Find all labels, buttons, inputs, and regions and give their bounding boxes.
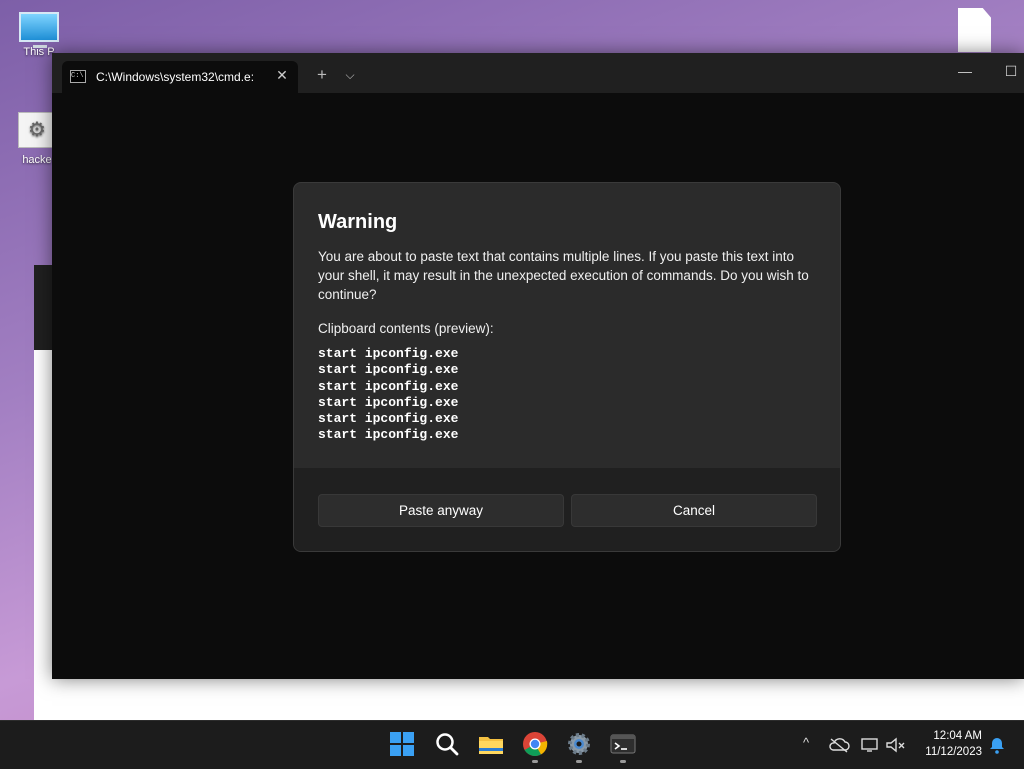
blank-file-icon[interactable] (958, 8, 991, 52)
running-indicator (576, 760, 582, 763)
terminal-icon[interactable] (610, 731, 636, 757)
clock[interactable]: 12:04 AM 11/12/2023 (925, 728, 982, 760)
desktop-icon-this-pc[interactable]: This P (14, 12, 64, 58)
running-indicator (620, 760, 626, 763)
start-icon[interactable] (389, 731, 415, 757)
cancel-button[interactable]: Cancel (571, 494, 817, 527)
background-window (34, 679, 1024, 720)
tab-cmd[interactable]: C:\ C:\Windows\system32\cmd.e: ✕ (62, 61, 298, 93)
tab-title: C:\Windows\system32\cmd.e: (96, 70, 255, 84)
running-indicator (532, 760, 538, 763)
settings-file-icon: ⚙ (18, 112, 56, 148)
dialog-footer: Paste anyway Cancel (294, 468, 840, 551)
clock-time: 12:04 AM (933, 730, 982, 742)
volume-muted-icon[interactable] (885, 737, 907, 753)
clipboard-label: Clipboard contents (preview): (318, 321, 494, 336)
close-tab-icon[interactable]: ✕ (272, 65, 292, 85)
terminal-window[interactable]: C:\ C:\Windows\system32\cmd.e: ✕ + ⌵ — ☐… (52, 53, 1024, 679)
notification-bell-icon[interactable] (986, 736, 1008, 754)
dialog-title: Warning (318, 211, 398, 233)
paste-anyway-button[interactable]: Paste anyway (318, 494, 564, 527)
taskbar: ^ 12:04 AM 11/12/2023 (0, 720, 1024, 769)
clipboard-line: start ipconfig.exe (318, 394, 459, 410)
search-icon[interactable] (434, 731, 460, 757)
settings-icon[interactable] (566, 731, 592, 757)
clipboard-preview: start ipconfig.exe start ipconfig.exe st… (318, 346, 458, 444)
minimize-button[interactable]: — (950, 63, 980, 83)
tab-dropdown-button[interactable]: ⌵ (340, 65, 360, 85)
tab-bar: C:\ C:\Windows\system32\cmd.e: ✕ + ⌵ — ☐ (52, 53, 1024, 93)
desktop-icon-label: hacke (22, 154, 52, 166)
clipboard-line: start ipconfig.exe (318, 378, 459, 394)
warning-dialog: Warning You are about to paste text that… (293, 182, 841, 552)
maximize-button[interactable]: ☐ (996, 63, 1024, 83)
clipboard-line: start ipconfig.exe (318, 346, 459, 361)
file-explorer-icon[interactable] (478, 731, 504, 757)
network-icon[interactable] (860, 737, 882, 753)
onedrive-offline-icon[interactable] (828, 737, 850, 753)
chrome-icon[interactable] (522, 731, 548, 757)
show-hidden-icons-icon[interactable]: ^ (795, 735, 817, 750)
this-pc-icon (19, 12, 59, 48)
clipboard-line: start ipconfig.exe (318, 362, 459, 378)
dialog-message: You are about to paste text that contain… (318, 249, 809, 302)
clipboard-line: start ipconfig.exe (318, 411, 459, 427)
new-tab-button[interactable]: + (312, 65, 332, 85)
clipboard-line: start ipconfig.exe (318, 427, 459, 443)
clock-date: 11/12/2023 (925, 746, 982, 758)
cmd-icon: C:\ (70, 70, 86, 83)
background-window-edge (34, 265, 54, 720)
